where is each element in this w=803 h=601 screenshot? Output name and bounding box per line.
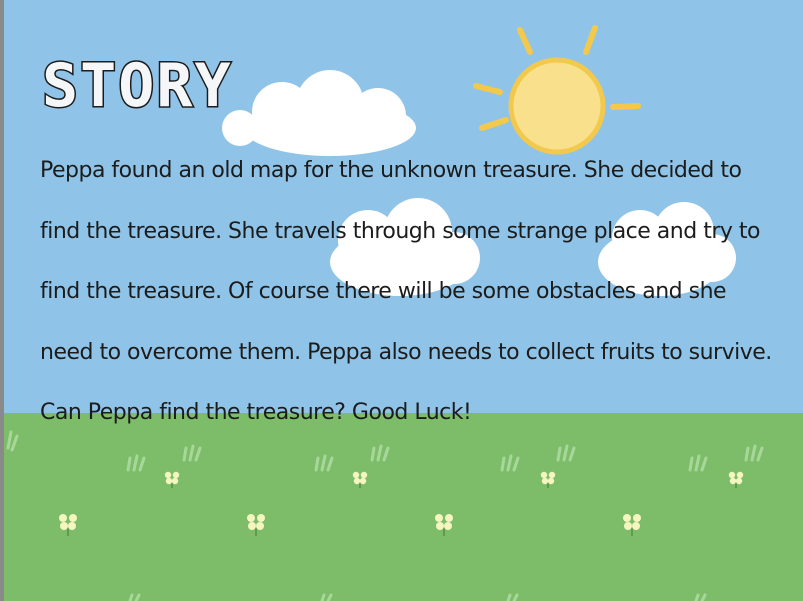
story-line: find the treasure. Of course there will … [40,279,727,304]
flower-icon [59,471,744,536]
story-title: STORY [41,51,233,121]
story-screen: STORY Peppa found an old map for the unk… [0,0,803,601]
story-line: Can Peppa find the treasure? Good Luck! [40,400,472,425]
story-line: find the treasure. She travels through s… [40,218,760,244]
story-paragraph: Peppa found an old map for the unknown t… [40,141,780,444]
story-line: need to overcome them. Peppa also needs … [40,339,772,365]
sun-icon [473,25,641,155]
grass-tuft-icon [6,430,764,601]
story-line: Peppa found an old map for the unknown t… [40,158,742,183]
